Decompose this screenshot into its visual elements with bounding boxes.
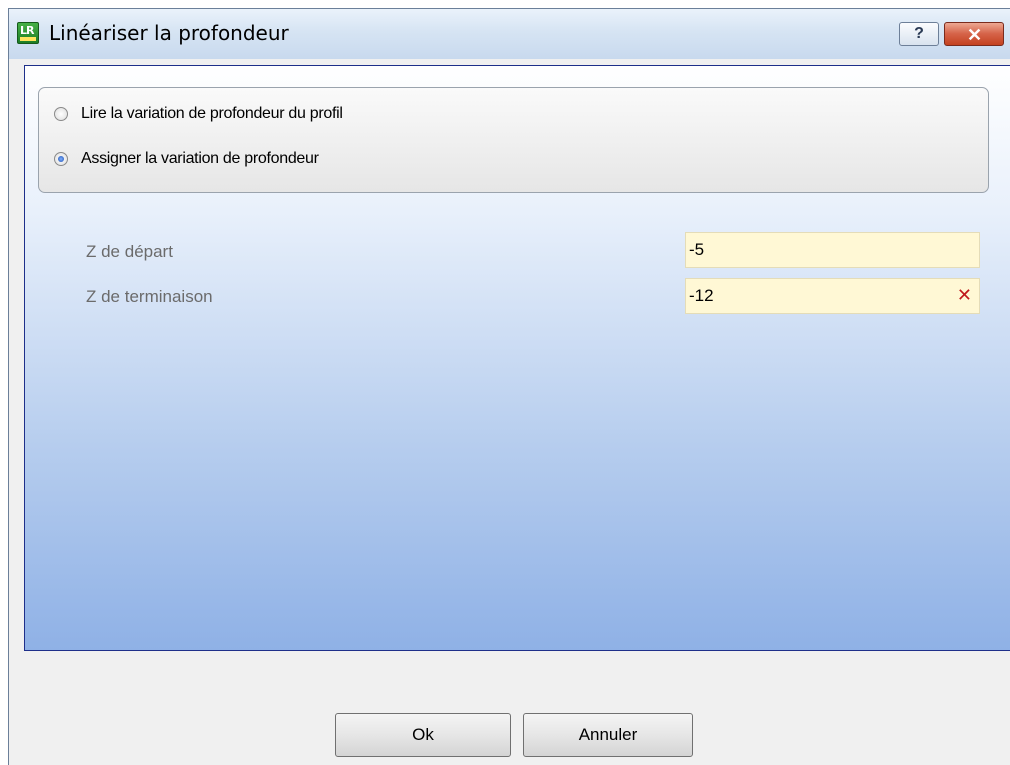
depth-mode-group: Lire la variation de profondeur du profi… (38, 87, 989, 193)
window-title: Linéariser la profondeur (49, 21, 289, 45)
radio-option-assign-depth[interactable]: Assigner la variation de profondeur (54, 150, 319, 168)
content-panel: Lire la variation de profondeur du profi… (24, 65, 1010, 651)
start-z-value: -5 (689, 240, 705, 259)
radio-label-assign-depth: Assigner la variation de profondeur (81, 150, 319, 167)
start-z-label: Z de départ (86, 242, 173, 261)
end-z-input[interactable]: -12 ✕ (685, 278, 980, 314)
end-z-value: -12 (689, 286, 714, 305)
help-button[interactable]: ? (899, 22, 939, 46)
app-icon: LR (17, 22, 39, 44)
close-icon: ✕ (967, 25, 983, 45)
end-z-label: Z de terminaison (86, 287, 213, 306)
title-bar[interactable]: LR Linéariser la profondeur ? ✕ (9, 9, 1010, 59)
cancel-button[interactable]: Annuler (523, 713, 693, 757)
dialog-window: LR Linéariser la profondeur ? ✕ Lire la … (8, 8, 1010, 765)
close-button[interactable]: ✕ (944, 22, 1004, 46)
help-icon: ? (914, 25, 924, 42)
ok-button[interactable]: Ok (335, 713, 511, 757)
radio-option-read-profile[interactable]: Lire la variation de profondeur du profi… (54, 105, 343, 123)
radio-label-read-profile: Lire la variation de profondeur du profi… (81, 105, 343, 122)
radio-read-profile[interactable] (54, 107, 68, 121)
radio-assign-depth[interactable] (54, 152, 68, 166)
clear-icon[interactable]: ✕ (957, 279, 972, 313)
start-z-input[interactable]: -5 (685, 232, 980, 268)
